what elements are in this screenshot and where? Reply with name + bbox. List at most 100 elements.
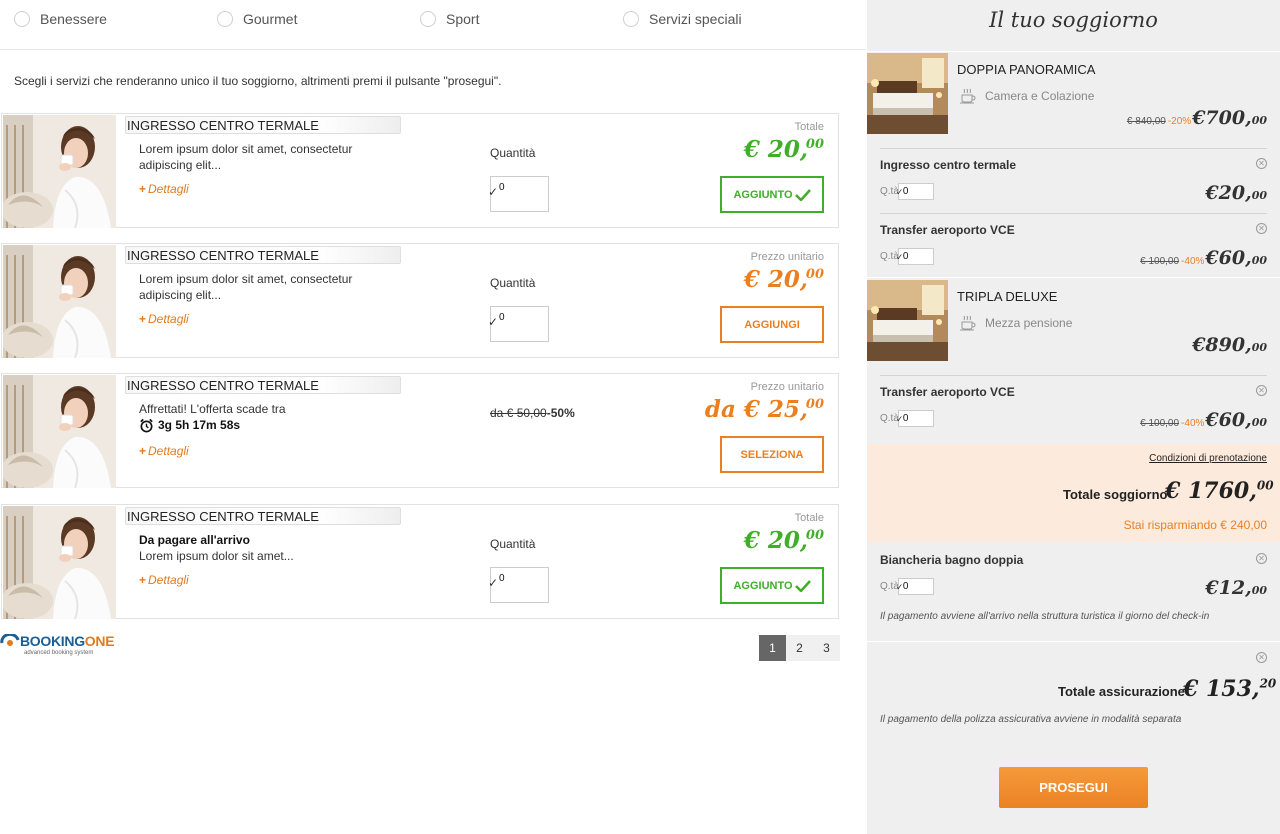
divider [867, 277, 1280, 278]
alarm-clock-icon [140, 418, 153, 432]
qty-select[interactable]: ✓ 0 [896, 578, 934, 595]
service-card: INGRESSO CENTRO TERMALE Lorem ipsum dolo… [1, 243, 839, 358]
chevron-down-icon: ✓ [488, 576, 499, 590]
page-1-button[interactable]: 1 [759, 635, 786, 661]
room-image [867, 53, 948, 134]
quantity-select[interactable]: ✓ 0 [488, 176, 549, 212]
room-name: TRIPLA DELUXE [957, 289, 1058, 304]
room-price: €890, 00 [1192, 334, 1267, 356]
intro-text: Scegli i servizi che renderanno unico il… [14, 74, 502, 88]
coffee-cup-icon [960, 315, 976, 331]
total-label: Totale soggiorno [1063, 487, 1168, 502]
price-type-label: Totale [794, 512, 824, 524]
details-link[interactable]: + Dettagli [139, 312, 189, 326]
radio-icon[interactable] [14, 11, 30, 27]
insurance-price: € 153,20 [1183, 676, 1277, 702]
board-type: Mezza pensione [959, 314, 1072, 332]
service-price: € 100,00 -40% €60, 00 [1140, 409, 1267, 431]
service-price: € 20,00 [743, 136, 824, 163]
booking-conditions-link[interactable]: Condizioni di prenotazione [1149, 453, 1267, 464]
chevron-down-icon: ✓ [488, 185, 499, 199]
radio-icon[interactable] [420, 11, 436, 27]
remove-icon[interactable]: ✕ [1256, 553, 1267, 564]
discount-info: da € 50,00-50% [490, 406, 575, 420]
offer-text: Affrettati! L'offerta scade tra [139, 402, 286, 416]
quantity-select[interactable]: ✓ 0 [488, 306, 549, 342]
summary-title: Il tuo soggiorno [989, 8, 1158, 32]
service-card: INGRESSO CENTRO TERMALE Da pagare all'ar… [1, 504, 839, 619]
quantity-select[interactable]: ✓ 0 [488, 567, 549, 603]
stay-total-box: Condizioni di prenotazione Totale soggio… [867, 444, 1280, 542]
added-button[interactable]: AGGIUNTO [720, 176, 824, 213]
room-name: DOPPIA PANORAMICA [957, 62, 1096, 77]
page-2-button[interactable]: 2 [786, 635, 813, 661]
service-image [3, 115, 116, 228]
quantity-label: Quantità [490, 146, 536, 160]
service-image [3, 506, 116, 619]
add-button[interactable]: AGGIUNGI [720, 306, 824, 343]
price-type-label: Prezzo unitario [750, 251, 824, 263]
qty-select[interactable]: ✓ 0 [896, 183, 934, 200]
page-3-button[interactable]: 3 [813, 635, 840, 661]
remove-icon[interactable]: ✕ [1256, 652, 1267, 663]
filter-benessere[interactable]: Benessere [14, 11, 107, 27]
service-card: INGRESSO CENTRO TERMALE Affrettati! L'of… [1, 373, 839, 488]
select-button[interactable]: SELEZIONA [720, 436, 824, 473]
filter-servizi-speciali[interactable]: Servizi speciali [623, 11, 742, 27]
payment-note: Il pagamento avviene all'arrivo nella st… [880, 611, 1210, 622]
pagination: 1 2 3 [759, 635, 840, 661]
service-price: € 20,00 [743, 266, 824, 293]
saving-text: Stai risparmiando € 240,00 [1123, 518, 1267, 532]
room-summary: DOPPIA PANORAMICA Camera e Colazione € 8… [867, 53, 1280, 145]
offer-description: Affrettati! L'offerta scade tra 3g 5h 17… [139, 401, 379, 433]
service-qty: Q.tà ✓ 0 [880, 248, 934, 265]
service-price: €20, 00 [1205, 182, 1267, 204]
logo-icon [0, 634, 20, 646]
service-line: Transfer aeroporto VCE ✕ Q.tà ✓ 0 € 100,00… [867, 213, 1280, 277]
service-image [3, 245, 116, 358]
service-name: Transfer aeroporto VCE [880, 223, 1015, 237]
check-icon [794, 188, 811, 201]
room-summary: TRIPLA DELUXE Mezza pensione €890, 00 [867, 280, 1280, 372]
booking-one-logo: BOOKINGONE advanced booking system [0, 632, 130, 662]
service-price: € 100,00 -40% €60, 00 [1140, 247, 1267, 269]
insurance-note: Il pagamento della polizza assicurativa … [880, 714, 1182, 725]
room-price: € 840,00 -20% €700, 00 [1126, 107, 1267, 129]
qty-select[interactable]: ✓ 0 [896, 248, 934, 265]
stay-summary-panel: Il tuo soggiorno DOPPIA PANORAMICA Camer… [867, 0, 1280, 834]
coffee-cup-icon [960, 88, 976, 104]
remove-icon[interactable]: ✕ [1256, 385, 1267, 396]
radio-icon[interactable] [623, 11, 639, 27]
details-link[interactable]: + Dettagli [139, 182, 189, 196]
service-price: €12, 00 [1205, 577, 1267, 599]
service-image [3, 375, 116, 488]
qty-select[interactable]: ✓ 0 [896, 410, 934, 427]
service-description: Lorem ipsum dolor sit amet, consectetur … [139, 272, 353, 302]
added-button[interactable]: AGGIUNTO [720, 567, 824, 604]
service-description: Lorem ipsum dolor sit amet, consectetur … [139, 142, 353, 172]
remove-icon[interactable]: ✕ [1256, 158, 1267, 169]
filter-sport[interactable]: Sport [420, 11, 479, 27]
old-price: da € 50,00 [490, 406, 547, 420]
service-card: INGRESSO CENTRO TERMALE Lorem ipsum dolo… [1, 113, 839, 228]
total-price: € 1760,00 [1165, 478, 1274, 504]
service-name: Biancheria bagno doppia [880, 553, 1024, 567]
service-price: da € 25,00 [704, 396, 824, 423]
proceed-button[interactable]: PROSEGUI [999, 767, 1148, 808]
details-link[interactable]: + Dettagli [139, 444, 189, 458]
remove-icon[interactable]: ✕ [1256, 223, 1267, 234]
service-title: INGRESSO CENTRO TERMALE [125, 507, 401, 525]
insurance-label: Totale assicurazione [1058, 684, 1185, 699]
quantity-label: Quantità [490, 276, 536, 290]
services-panel: Benessere Gourmet Sport Servizi speciali… [0, 0, 866, 834]
pay-on-arrival-label: Da pagare all'arrivo [139, 533, 250, 547]
service-name: Ingresso centro termale [880, 158, 1017, 172]
filter-gourmet[interactable]: Gourmet [217, 11, 297, 27]
details-link[interactable]: + Dettagli [139, 573, 189, 587]
service-line: Ingresso centro termale ✕ Q.tà ✓ 0 €20, 00 [867, 148, 1280, 212]
check-icon [794, 579, 811, 592]
divider [867, 641, 1280, 642]
service-line: Transfer aeroporto VCE ✕ Q.tà ✓ 0 € 100,00… [867, 375, 1280, 439]
radio-icon[interactable] [217, 11, 233, 27]
quantity-label: Quantità [490, 537, 536, 551]
